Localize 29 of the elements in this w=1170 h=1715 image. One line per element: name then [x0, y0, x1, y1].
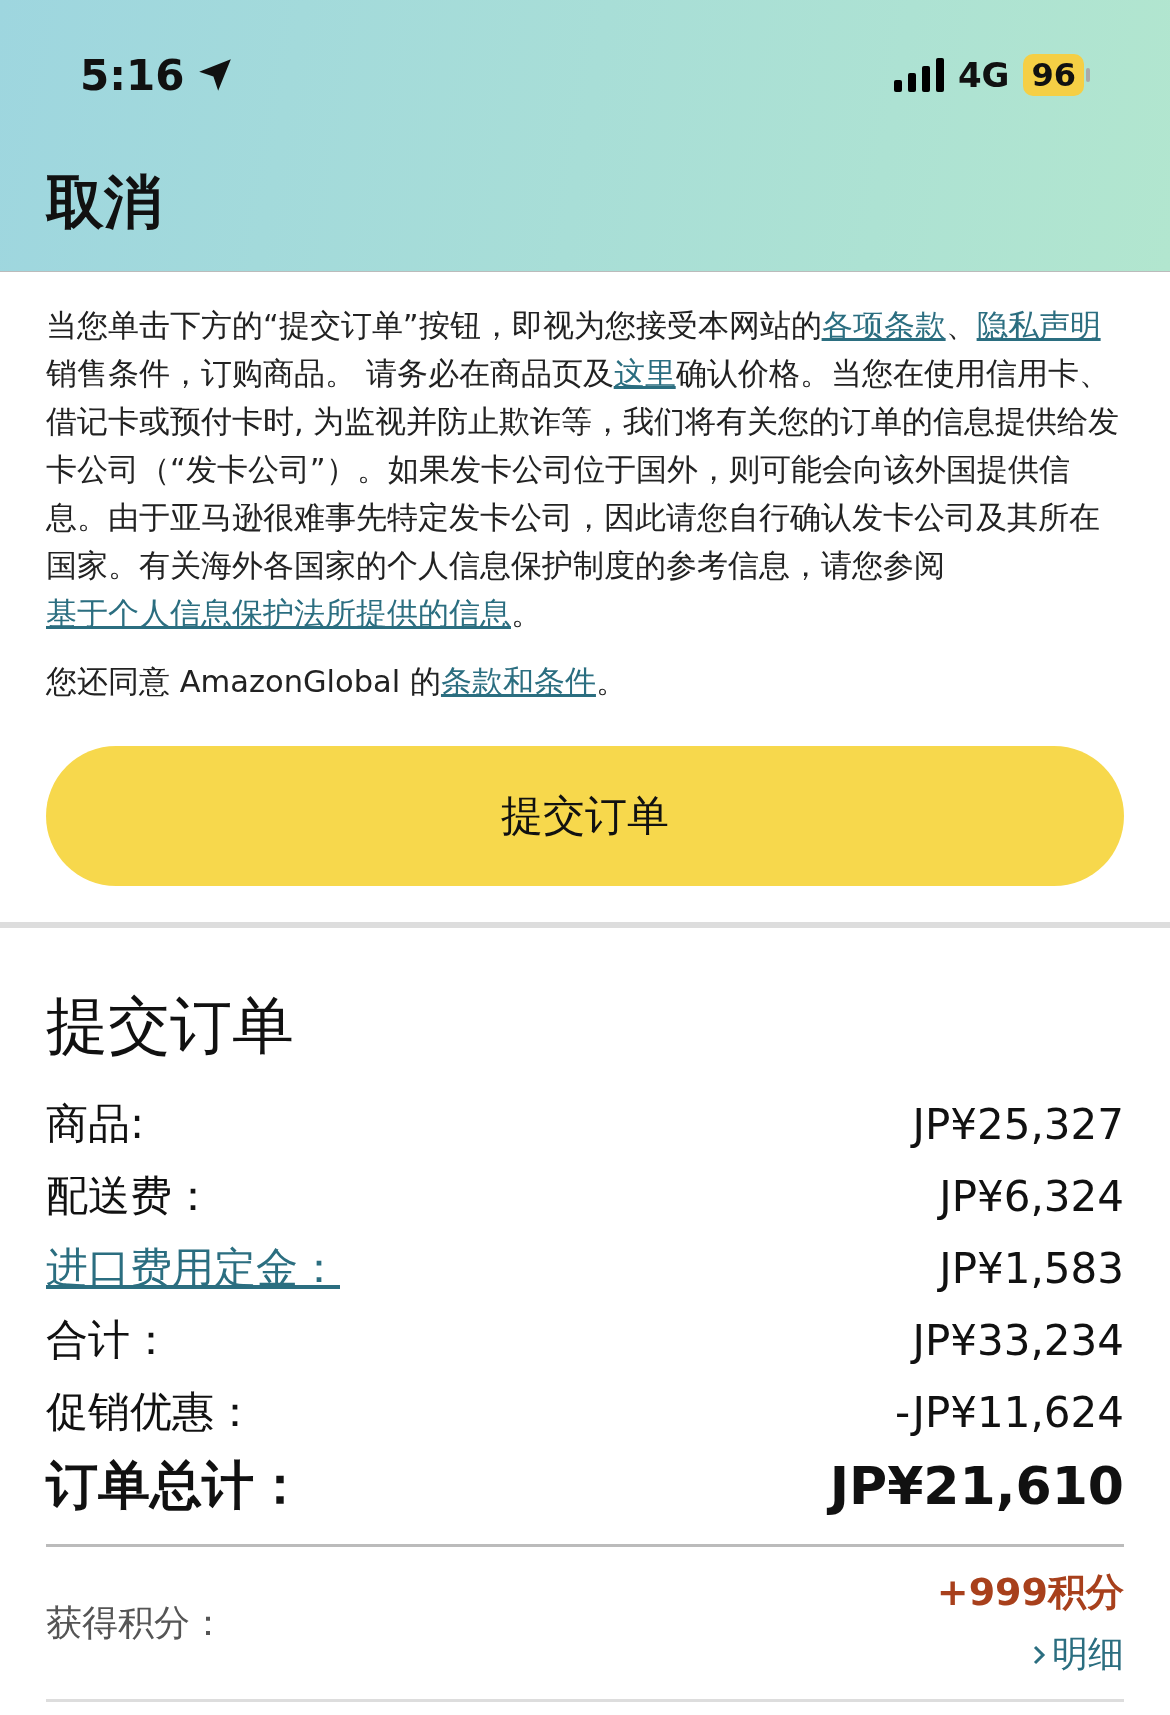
status-time: 5:16	[80, 50, 185, 100]
signal-icon	[893, 58, 946, 92]
terms-paragraph: 当您单击下方的“提交订单”按钮，即视为您接受本网站的各项条款、隐私声明 销售条件，订购商品。 请务必在商品页及这里确认价格。当您在使用信用卡、借记卡或预付卡时, 为监视并防止欺诈等，我们将有关您的订单的信息提供给发卡公司（“发卡公司”）。如果发卡公司位于国外，则可能会向该外国提供信息。由于亚马逊很难事先特定发卡公司，因此请您自行确认发卡公司及其所在国家。有关海外各国家的个人信息保护制度的参考信息，请您参阅 基于个人信息保护法所提供的信息。	[46, 307, 1121, 633]
terms-link[interactable]: 隐私声明	[976, 308, 1101, 343]
points-label: 获得积分：	[46, 1600, 226, 1645]
terms-link[interactable]: 这里	[613, 356, 676, 391]
battery-level: 96	[1023, 54, 1084, 96]
summary-amount: JP¥1,583	[939, 1243, 1124, 1293]
points-value: +999积分	[936, 1569, 1124, 1616]
terms-link[interactable]: 各项条款	[821, 308, 946, 343]
terms-paragraph: 您还同意 AmazonGlobal 的条款和条件。	[46, 663, 628, 701]
summary-label: 促销优惠：	[46, 1386, 256, 1438]
place-order-button[interactable]: 提交订单	[46, 746, 1124, 886]
summary-amount: JP¥25,327	[912, 1099, 1124, 1149]
summary-amount: -JP¥11,624	[895, 1387, 1124, 1437]
cancel-title[interactable]: 取消	[46, 164, 1124, 242]
details-link[interactable]: 明细	[1032, 1630, 1124, 1679]
summary-label: 合计：	[46, 1314, 172, 1366]
summary-amount: JP¥6,324	[939, 1171, 1124, 1221]
import-deposit-link[interactable]: 进口费用定金：	[46, 1240, 340, 1296]
summary-label: 配送费：	[46, 1170, 214, 1222]
summary-label: 订单总计：	[46, 1454, 306, 1517]
network-type: 4G	[957, 55, 1010, 95]
terms-link[interactable]: 基于个人信息保护法所提供的信息	[46, 596, 511, 631]
summary-amount: JP¥33,234	[912, 1315, 1124, 1365]
summary-title: 提交订单	[46, 988, 295, 1064]
summary-label: 商品:	[46, 1098, 145, 1150]
terms-link[interactable]: 条款和条件	[440, 664, 596, 699]
battery-tip-icon	[1086, 68, 1090, 82]
